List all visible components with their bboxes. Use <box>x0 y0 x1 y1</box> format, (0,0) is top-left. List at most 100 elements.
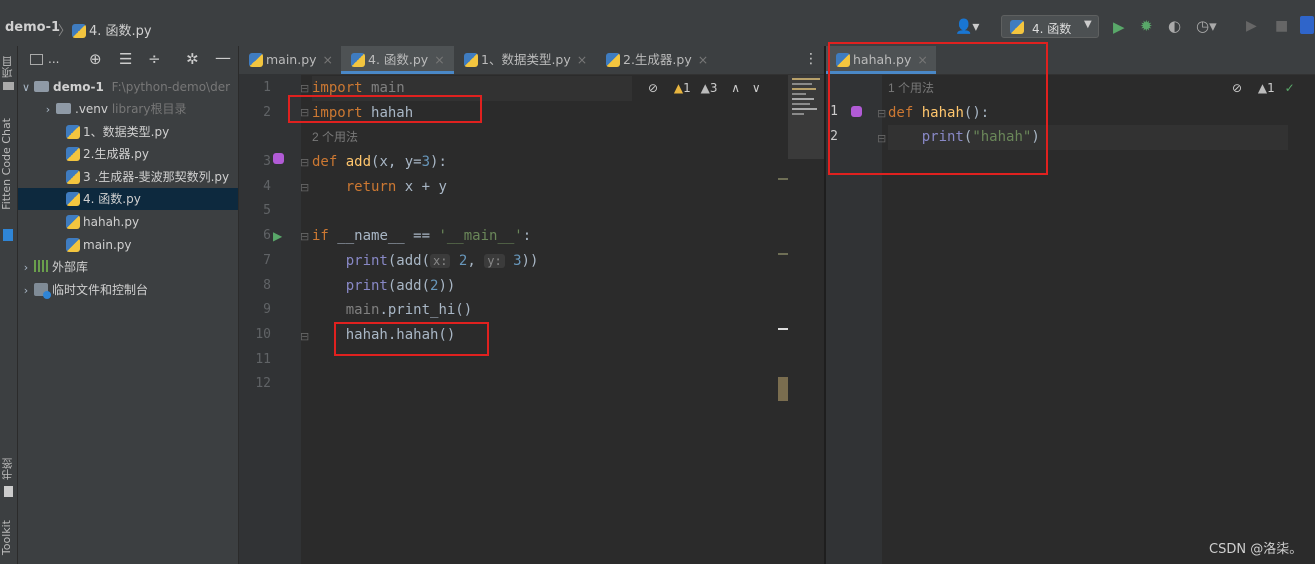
tree-item-file[interactable]: main.py <box>18 234 238 256</box>
chevron-down-icon: ▼ <box>1084 19 1092 30</box>
project-panel-header: ... ⊕ ☰ ÷ ✲ — <box>18 46 238 74</box>
fitten-code-chat-label[interactable]: Fitten Code Chat <box>0 118 13 210</box>
breadcrumb-separator: 〉 <box>58 24 72 39</box>
tab-generator-py[interactable]: 2.生成器.py × <box>596 46 716 74</box>
close-icon[interactable]: × <box>434 52 444 67</box>
tab-main-py[interactable]: main.py × <box>239 46 341 74</box>
chevron-right-icon: › <box>23 284 29 297</box>
project-panel: ... ⊕ ☰ ÷ ✲ — ∨ demo-1 F:\python-demo\der… <box>18 46 238 564</box>
left-tool-strip: 项目 Fitten Code Chat 书签 Toolkit <box>0 46 18 564</box>
annotation-box-import <box>288 95 482 123</box>
user-icon[interactable]: 👤▾ <box>955 19 979 35</box>
python-file-icon <box>351 53 365 67</box>
hide-icon[interactable]: — <box>215 48 231 67</box>
tree-item-external-libs[interactable]: › 外部库 <box>18 256 238 278</box>
python-icon <box>1010 20 1024 34</box>
left-line-numbers: 1 2 3 4 5 6 7 8 9 10 11 12 <box>255 80 271 392</box>
run-gutter-icon[interactable]: ▶ <box>273 229 282 243</box>
bookmarks-label[interactable]: 书签 <box>0 458 16 480</box>
inspection-widget-right[interactable]: ⊘ ▲1 ✓ <box>1232 81 1295 95</box>
collapse-icon[interactable]: ☰ <box>119 50 132 68</box>
python-file-icon <box>66 215 80 229</box>
code-line-3: def add(x, y=3): <box>312 154 447 171</box>
tree-item-file-selected[interactable]: 4. 函数.py <box>18 188 238 210</box>
run-config-select[interactable]: 4. 函数 ▼ <box>1001 15 1099 38</box>
expand-icon[interactable]: ÷ <box>148 50 161 68</box>
code-line-7: print(add(x: 2, y: 3)) <box>345 252 539 269</box>
tree-root[interactable]: ∨ demo-1 F:\python-demo\der <box>18 76 238 98</box>
annotation-box-hahah <box>828 42 1048 175</box>
stripe-marker[interactable] <box>778 178 788 180</box>
weak-warning-icon: ▲ <box>1257 81 1268 95</box>
folder-icon <box>56 103 71 114</box>
chevron-right-icon: › <box>23 261 29 274</box>
code-line-8: print(add(2)) <box>345 277 456 294</box>
weak-warning-icon: ▲ <box>700 81 710 95</box>
run-icon[interactable]: ▶ <box>1113 18 1125 36</box>
stripe-marker[interactable] <box>778 253 788 255</box>
tree-item-file[interactable]: 3 .生成器-斐波那契数列.py <box>18 166 238 188</box>
project-view-select[interactable]: ... <box>48 52 59 66</box>
minimap[interactable] <box>788 75 824 159</box>
close-icon[interactable]: × <box>698 52 708 67</box>
eye-off-icon[interactable]: ⊘ <box>648 81 658 95</box>
chevron-up-icon[interactable]: ∧ <box>731 81 740 95</box>
fold-icon[interactable]: ⊟ <box>300 156 309 169</box>
code-line-9: main.print_hi() <box>345 302 473 319</box>
tree-item-venv[interactable]: › .venv library根目录 <box>18 98 238 120</box>
tree-item-file[interactable]: 2.生成器.py <box>18 143 238 165</box>
stripe-marker[interactable] <box>778 328 788 330</box>
python-file-icon <box>66 192 80 206</box>
fold-icon[interactable]: ⊟ <box>300 330 309 343</box>
close-icon[interactable]: × <box>577 52 587 67</box>
menu-bar <box>0 0 1315 10</box>
ai-assistant-icon[interactable] <box>1300 16 1314 34</box>
gear-icon[interactable]: ✲ <box>186 50 199 68</box>
left-tab-bar: main.py × 4. 函数.py × 1、数据类型.py × 2.生成器.py × … <box>239 46 824 75</box>
python-file-icon <box>66 170 80 184</box>
check-icon: ✓ <box>1284 81 1295 95</box>
fitten-icon <box>3 229 13 241</box>
eye-off-icon[interactable]: ⊘ <box>1232 81 1242 95</box>
folder-icon <box>3 82 14 90</box>
implementation-marker-icon[interactable] <box>273 153 284 164</box>
python-file-icon <box>249 53 263 67</box>
profile-icon[interactable]: ◷▾ <box>1196 17 1217 35</box>
debug-icon[interactable]: ✹ <box>1140 17 1153 35</box>
locate-icon[interactable]: ⊕ <box>89 50 102 68</box>
annotation-box-call <box>334 322 489 356</box>
panel-icon[interactable] <box>30 54 43 65</box>
tab-functions-py[interactable]: 4. 函数.py × <box>341 46 454 74</box>
coverage-icon[interactable]: ◐ <box>1168 17 1181 35</box>
inspection-widget[interactable]: ⊘ ▲1 ▲3 ∧ ∨ <box>648 81 761 95</box>
python-file-icon <box>66 125 80 139</box>
chevron-down-icon[interactable]: ∨ <box>752 81 761 95</box>
watermark: CSDN @洛柒。 <box>1209 542 1303 557</box>
project-tool-label[interactable]: 项目 <box>0 56 16 78</box>
breadcrumb-file[interactable]: 4. 函数.py <box>72 20 152 39</box>
chevron-right-icon: › <box>45 103 51 116</box>
scratch-icon <box>34 283 51 299</box>
python-file-icon <box>66 238 80 252</box>
toolkit-label[interactable]: Toolkit <box>0 520 13 555</box>
tree-item-scratches[interactable]: › 临时文件和控制台 <box>18 279 238 301</box>
navigation-bar: demo-1 〉 4. 函数.py 👤▾ 4. 函数 ▼ ▶ ✹ ◐ ◷▾ ▶ … <box>0 10 1315 47</box>
tree-item-file[interactable]: hahah.py <box>18 211 238 233</box>
fold-icon[interactable]: ⊟ <box>300 181 309 194</box>
folder-icon <box>34 81 49 92</box>
code-line-4: return x + y <box>345 178 447 195</box>
usage-hint[interactable]: 2 个用法 <box>312 125 632 150</box>
fold-icon[interactable]: ⊟ <box>300 230 309 243</box>
python-file-icon <box>606 53 620 67</box>
fold-icon[interactable]: ⊟ <box>300 82 309 95</box>
stop-icon[interactable]: ■ <box>1275 18 1288 34</box>
tab-datatypes-py[interactable]: 1、数据类型.py × <box>454 46 596 74</box>
resume-icon[interactable]: ▶ <box>1246 18 1257 34</box>
more-tabs-icon[interactable]: ⋮ <box>804 51 818 67</box>
breadcrumb-project[interactable]: demo-1 <box>5 20 60 35</box>
tree-item-file[interactable]: 1、数据类型.py <box>18 121 238 143</box>
scrollbar-thumb[interactable] <box>778 377 788 401</box>
close-icon[interactable]: × <box>323 52 333 67</box>
